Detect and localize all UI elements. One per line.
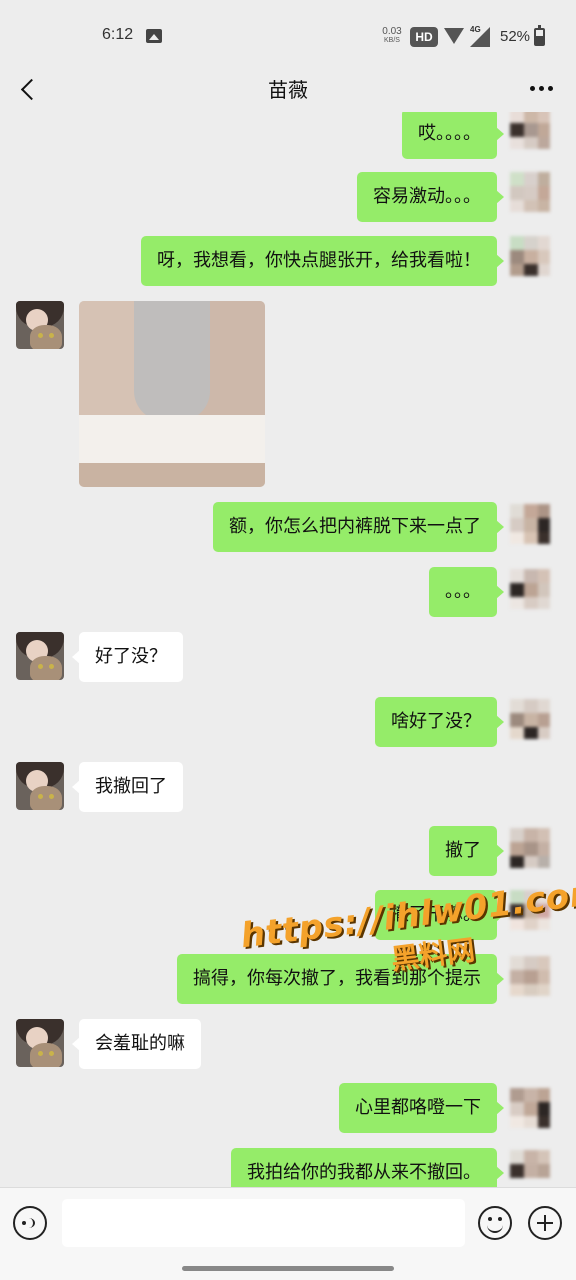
plus-icon[interactable]: [528, 1206, 562, 1240]
status-time: 6:12: [102, 26, 134, 43]
message-bubble-received[interactable]: 好了没？: [72, 632, 183, 682]
my-avatar[interactable]: [510, 504, 550, 544]
message-input[interactable]: [62, 1199, 465, 1247]
signal-label: 4G: [470, 25, 481, 34]
message-bubble-sent[interactable]: 哎。。。。: [402, 112, 504, 159]
contact-avatar[interactable]: [16, 762, 64, 810]
message-bubble-received[interactable]: 我撤回了: [72, 762, 183, 812]
contact-avatar[interactable]: [16, 1019, 64, 1067]
chat-header: 苗薇: [0, 64, 576, 112]
message-bubble-sent[interactable]: 撤了: [429, 826, 504, 876]
input-bar: [0, 1187, 576, 1280]
message-bubble-received[interactable]: 会羞耻的嘛: [72, 1019, 201, 1069]
message-bubble-sent[interactable]: 。。。: [429, 567, 504, 617]
wifi-icon: [444, 28, 464, 44]
battery-icon: [534, 25, 545, 46]
status-bar: 6:12 0.03 KB/S HD 4G 52%: [0, 0, 576, 70]
network-speed: 0.03 KB/S: [380, 27, 404, 45]
my-avatar[interactable]: [510, 236, 550, 276]
home-indicator[interactable]: [182, 1266, 394, 1271]
voice-input-icon[interactable]: [13, 1206, 47, 1240]
hd-badge: HD: [410, 27, 438, 47]
message-bubble-sent[interactable]: 搞得，你每次撤了，我看到那个提示: [177, 954, 504, 1004]
my-avatar[interactable]: [510, 172, 550, 212]
message-bubble-sent[interactable]: 呀，我想看，你快点腿张开，给我看啦！: [141, 236, 504, 286]
my-avatar[interactable]: [510, 699, 550, 739]
my-avatar[interactable]: [510, 112, 550, 149]
chat-title: 苗薇: [268, 78, 308, 102]
my-avatar[interactable]: [510, 1088, 550, 1128]
message-bubble-sent[interactable]: 啥好了没？: [375, 697, 504, 747]
cell-signal-icon: 4G: [470, 25, 490, 47]
my-avatar[interactable]: [510, 828, 550, 868]
my-avatar[interactable]: [510, 569, 550, 609]
message-bubble-sent[interactable]: 额，你怎么把内裤脱下来一点了: [213, 502, 504, 552]
message-bubble-sent[interactable]: 我拍给你的我都从来不撤回。: [231, 1148, 504, 1187]
network-speed-value: 0.03: [382, 26, 402, 37]
contact-avatar[interactable]: [16, 632, 64, 680]
received-photo[interactable]: [79, 301, 265, 487]
network-speed-unit: KB/S: [384, 37, 400, 44]
more-options-icon[interactable]: [526, 74, 558, 102]
battery-percent: 52%: [500, 28, 531, 45]
my-avatar[interactable]: [510, 1150, 550, 1187]
message-bubble-sent[interactable]: 心里都咯噔一下: [339, 1083, 504, 1133]
my-avatar[interactable]: [510, 890, 550, 930]
emoji-icon[interactable]: [478, 1206, 512, 1240]
my-avatar[interactable]: [510, 956, 550, 996]
message-list[interactable]: 哎。。。。 容易激动。。。 呀，我想看，你快点腿张开，给我看啦！ 额，你怎么把内…: [0, 112, 576, 1187]
gallery-notification-icon: [146, 29, 162, 43]
contact-avatar[interactable]: [16, 301, 64, 349]
message-bubble-sent[interactable]: 撤了干嘛。: [375, 890, 504, 940]
message-bubble-sent[interactable]: 容易激动。。。: [357, 172, 504, 222]
